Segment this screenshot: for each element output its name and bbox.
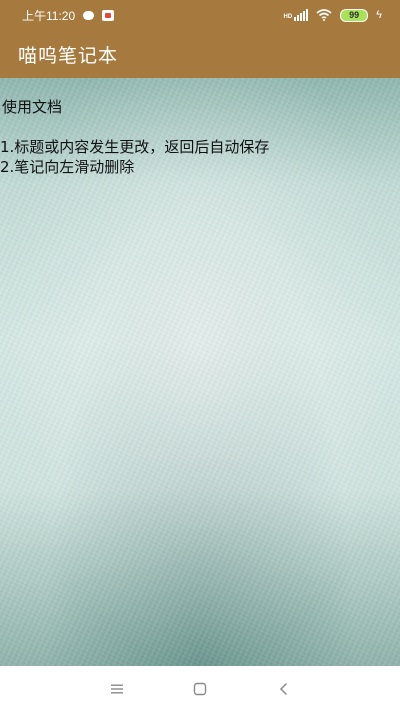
battery-icon: 99 [340, 8, 369, 22]
screen-record-icon [102, 9, 115, 21]
status-time: 上午11:20 [22, 8, 76, 23]
status-left: 上午11:20 [22, 0, 115, 30]
hd-badge: HD [283, 14, 293, 20]
hd-signal-icon: HD [284, 9, 309, 21]
menu-icon [111, 684, 123, 693]
back-button[interactable] [264, 666, 304, 711]
status-bar: 上午11:20 HD 99 ϟ [0, 0, 400, 30]
wifi-icon [316, 9, 332, 21]
back-icon [279, 682, 287, 695]
chat-bubble-icon [83, 10, 95, 20]
app-bar: 喵呜笔记本 [0, 30, 400, 78]
app-title: 喵呜笔记本 [18, 44, 119, 67]
note-line[interactable]: 1.标题或内容发生更改，返回后自动保存 [0, 137, 269, 157]
home-button[interactable] [180, 666, 220, 711]
status-right: HD 99 ϟ [284, 0, 382, 30]
note-title[interactable]: 使用文档 [2, 97, 62, 117]
note-content-area[interactable]: 使用文档 1.标题或内容发生更改，返回后自动保存 2.笔记向左滑动删除 [0, 78, 400, 666]
navigation-bar [0, 666, 400, 711]
note-line[interactable]: 2.笔记向左滑动删除 [0, 157, 134, 177]
home-icon [193, 682, 207, 695]
menu-button[interactable] [97, 666, 137, 711]
charging-bolt-icon: ϟ [376, 9, 382, 21]
